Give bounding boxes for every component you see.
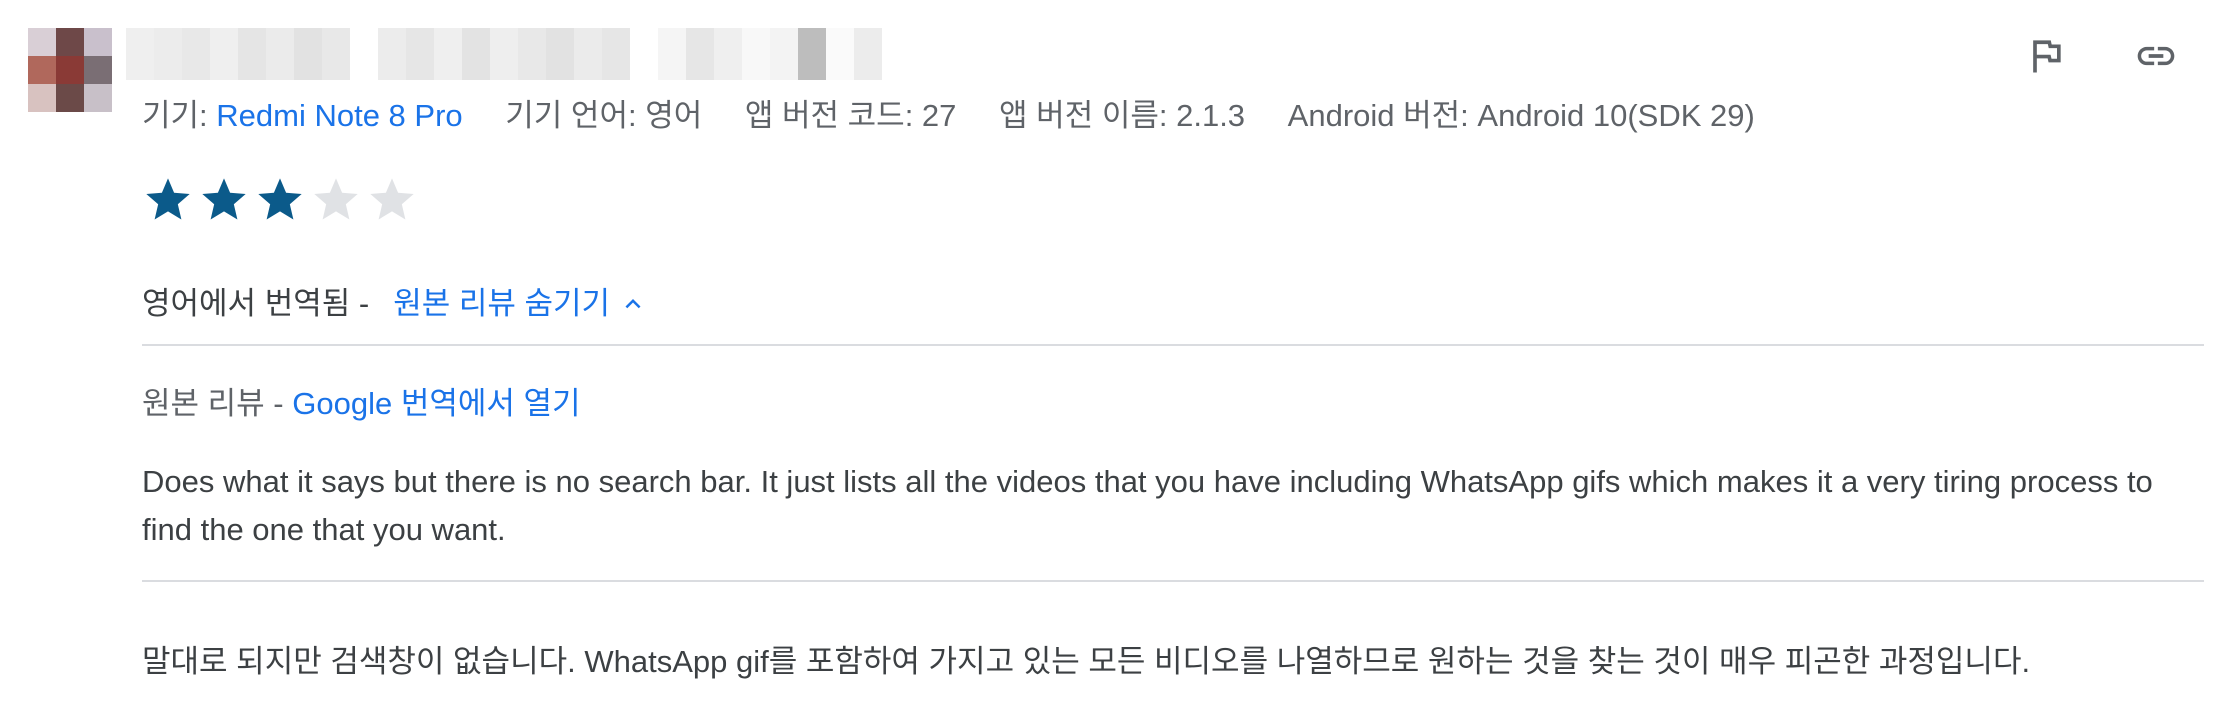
name-mosaic-block: [658, 28, 686, 80]
star-filled-icon: [202, 178, 246, 220]
hide-original-label: 원본 리뷰 숨기기: [393, 286, 611, 321]
name-mosaic-block: [826, 28, 854, 80]
review-card: 기기: Redmi Note 8 Pro 기기 언어: 영어 앱 버전 코드: …: [0, 0, 2238, 724]
star-rating: [142, 174, 418, 226]
star-filled-icon: [258, 178, 302, 220]
name-mosaic-block: [378, 28, 406, 80]
name-mosaic-block: [686, 28, 714, 80]
device-metadata: 기기: Redmi Note 8 Pro 기기 언어: 영어 앱 버전 코드: …: [142, 96, 1789, 136]
avatar-pixel: [84, 28, 112, 56]
avatar-pixel: [84, 84, 112, 112]
avatar-pixel: [56, 56, 84, 84]
android-version: Android 버전: Android 10(SDK 29): [1287, 98, 1755, 133]
name-mosaic-block: [322, 28, 350, 80]
report-button[interactable]: [2020, 30, 2072, 82]
avatar-pixel: [56, 28, 84, 56]
copy-link-button[interactable]: [2130, 30, 2182, 82]
divider: [142, 344, 2204, 346]
device-info: 기기: Redmi Note 8 Pro: [142, 98, 463, 133]
avatar: [28, 28, 112, 112]
avatar-pixel: [28, 56, 56, 84]
divider: [142, 580, 2204, 582]
name-mosaic-block: [154, 28, 182, 80]
name-mosaic-block: [854, 28, 882, 80]
name-mosaic-block: [294, 28, 322, 80]
name-mosaic-block: [770, 28, 798, 80]
avatar-pixel: [56, 84, 84, 112]
avatar-pixel: [28, 84, 56, 112]
reviewer-name-redacted: [126, 28, 882, 80]
device-language: 기기 언어: 영어: [505, 98, 703, 133]
original-review-header: 원본 리뷰 - Google 번역에서 열기: [142, 384, 581, 424]
name-mosaic-block: [546, 28, 574, 80]
name-mosaic-block: [210, 28, 238, 80]
star-empty-icon: [370, 178, 414, 220]
translated-review-text: 말대로 되지만 검색창이 없습니다. WhatsApp gif를 포함하여 가지…: [142, 644, 2031, 679]
device-link[interactable]: Redmi Note 8 Pro: [216, 98, 462, 133]
name-mosaic-block: [630, 28, 658, 80]
name-mosaic-block: [518, 28, 546, 80]
name-mosaic-block: [602, 28, 630, 80]
review-actions: [2020, 30, 2182, 82]
chevron-up-icon: [625, 299, 641, 309]
app-version-name: 앱 버전 이름: 2.1.3: [999, 98, 1246, 133]
hide-original-link[interactable]: 원본 리뷰 숨기기: [393, 284, 648, 324]
original-review-label: 원본 리뷰 -: [142, 386, 293, 421]
name-mosaic-block: [434, 28, 462, 80]
link-icon: [2137, 46, 2175, 66]
name-mosaic-block: [182, 28, 210, 80]
original-review-text: Does what it says but there is no search…: [142, 464, 2153, 547]
name-mosaic-block: [126, 28, 154, 80]
avatar-pixel: [28, 28, 56, 56]
flag-icon: [2033, 40, 2061, 73]
star-filled-icon: [146, 178, 190, 220]
name-mosaic-block: [574, 28, 602, 80]
translated-from-label: 영어에서 번역됨 -: [142, 286, 370, 321]
translation-note: 영어에서 번역됨 - 원본 리뷰 숨기기: [142, 284, 648, 324]
open-in-google-translate-link[interactable]: Google 번역에서 열기: [292, 386, 580, 421]
name-mosaic-block: [798, 28, 826, 80]
app-version-code: 앱 버전 코드: 27: [744, 98, 957, 133]
name-mosaic-block: [350, 28, 378, 80]
star-empty-icon: [314, 178, 358, 220]
name-mosaic-block: [238, 28, 266, 80]
name-mosaic-block: [266, 28, 294, 80]
name-mosaic-block: [742, 28, 770, 80]
name-mosaic-block: [490, 28, 518, 80]
name-mosaic-block: [406, 28, 434, 80]
avatar-pixel: [84, 56, 112, 84]
name-mosaic-block: [714, 28, 742, 80]
name-mosaic-block: [462, 28, 490, 80]
device-label: 기기:: [142, 98, 217, 133]
